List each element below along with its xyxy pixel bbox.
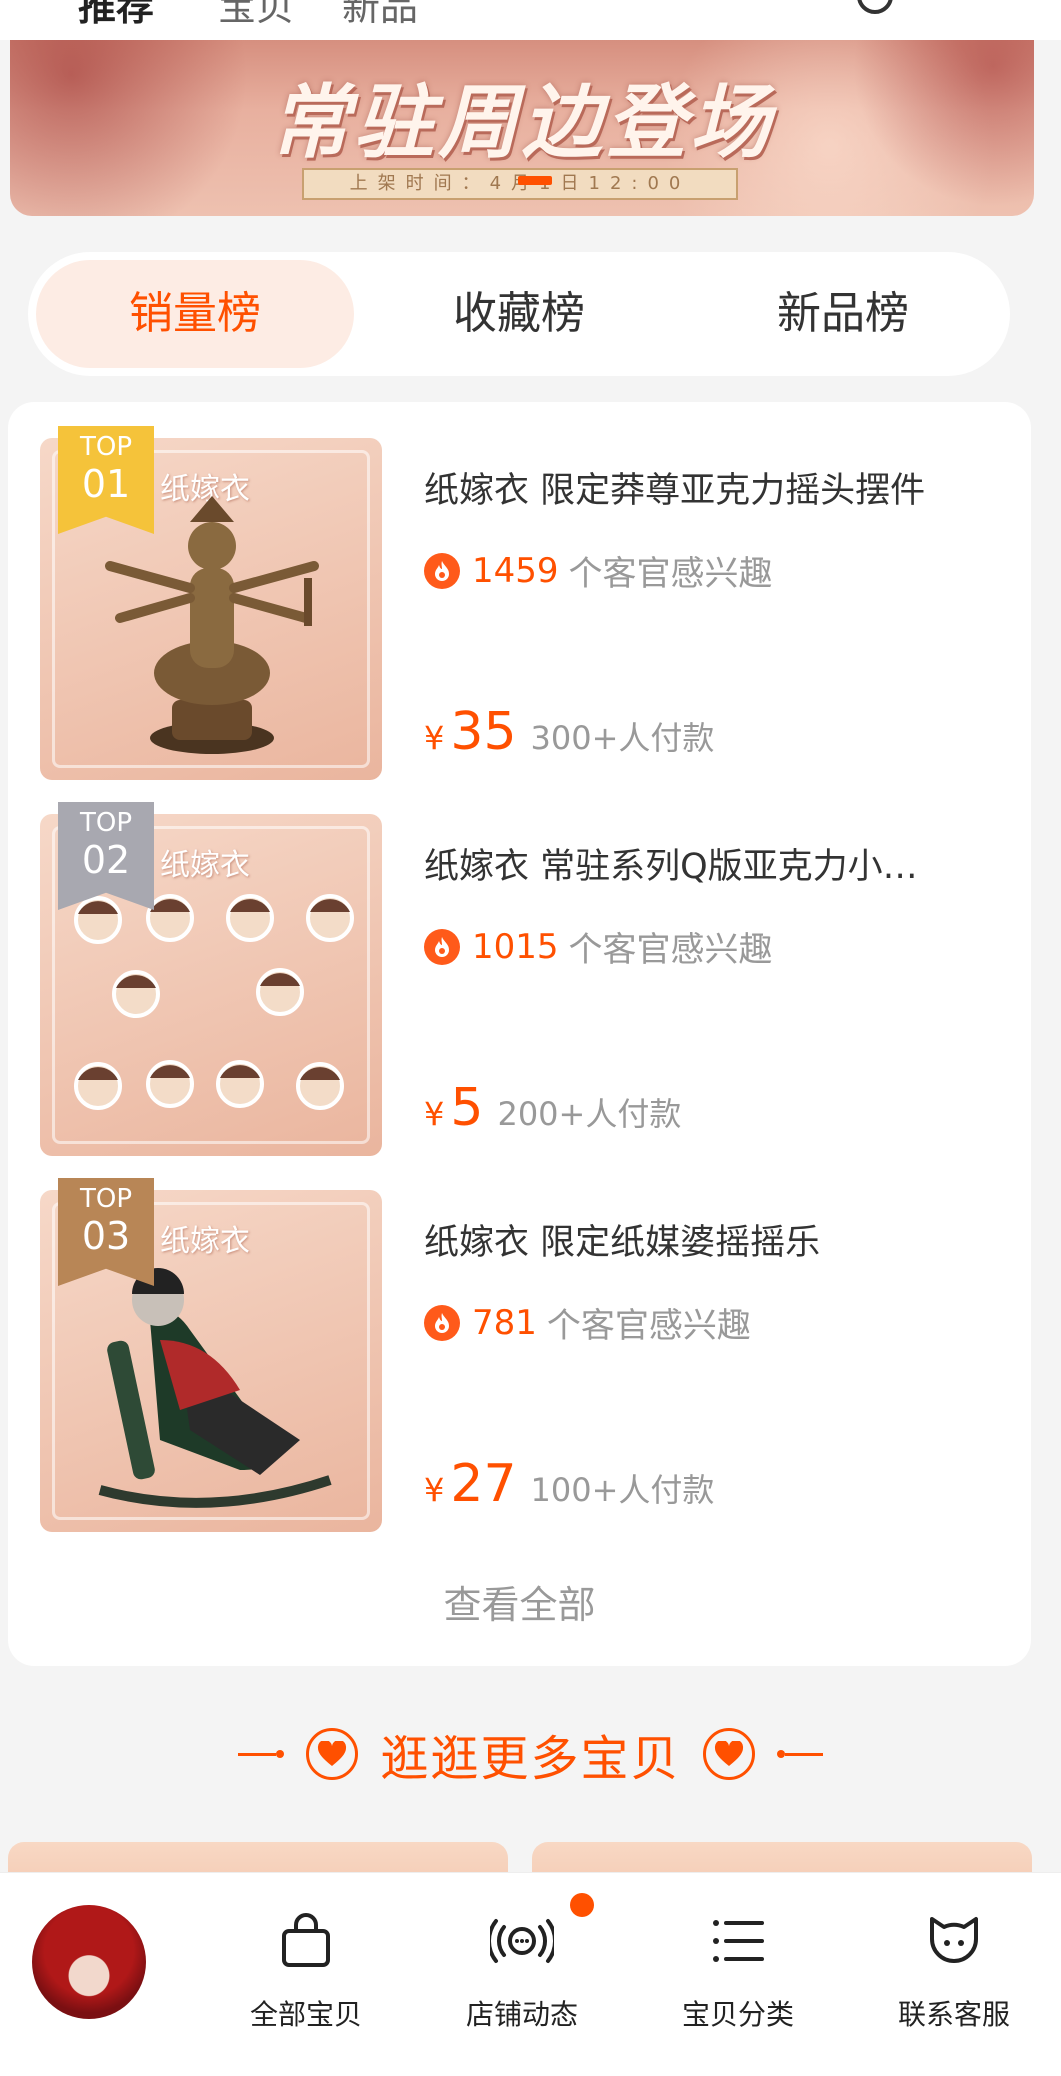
nav-label: 全部宝贝 (249, 1998, 362, 2031)
heading-left-decoration (238, 1750, 285, 1758)
badge-rank-number: 03 (81, 1214, 131, 1258)
interest-row: 1459 个客官感兴趣 (424, 546, 773, 595)
rank-item-2[interactable]: 纸嫁衣 TOP 02 纸嫁衣 常驻系列Q版亚克力小… 1015 个客官感兴趣 ¥… (40, 778, 1000, 1156)
interest-row: 781 个客官感兴趣 (424, 1298, 751, 1347)
fire-icon (424, 928, 460, 965)
image-watermark: 纸嫁衣 (160, 1224, 250, 1259)
nav-customer-service[interactable]: 联系客服 (864, 1909, 1044, 2033)
broadcast-icon (490, 1919, 554, 1963)
nav-label: 宝贝分类 (681, 1998, 794, 2031)
ranking-tabs: 销量榜 收藏榜 新品榜 (28, 252, 1010, 376)
bottom-navigation: 全部宝贝 店铺动态 宝贝分类 联系客服 (0, 1872, 1061, 2076)
banner-page-indicator (518, 176, 552, 185)
heart-icon (702, 1728, 755, 1780)
banner-title: 常驻周边登场 (270, 75, 774, 169)
nav-label: 联系客服 (897, 1998, 1010, 2031)
shopping-bag-icon (282, 1913, 330, 1967)
price-value: 27 (450, 1454, 517, 1514)
tab-sales-rank[interactable]: 销量榜 (36, 260, 354, 368)
badge-top-label: TOP (79, 432, 133, 462)
header-tab-products[interactable]: 宝贝 (218, 0, 294, 31)
product-title[interactable]: 纸嫁衣 常驻系列Q版亚克力小… (424, 838, 984, 889)
heading-right-decoration (776, 1750, 823, 1758)
list-icon (713, 1920, 764, 1962)
heart-icon (306, 1728, 359, 1780)
tab-favorites-rank[interactable]: 收藏榜 (360, 260, 678, 368)
sales-count: 300+人付款 (530, 719, 715, 757)
interest-suffix: 个客官感兴趣 (568, 930, 773, 970)
interest-suffix: 个客官感兴趣 (546, 1306, 751, 1346)
fire-icon (424, 1304, 460, 1341)
interest-count: 1459 (472, 550, 559, 591)
badge-top-label: TOP (79, 1184, 133, 1214)
top-header: 推荐 宝贝 新品 (0, 0, 1061, 40)
interest-suffix: 个客官感兴趣 (568, 554, 773, 594)
interest-row: 1015 个客官感兴趣 (424, 922, 773, 971)
product-title[interactable]: 纸嫁衣 限定莽尊亚克力摇头摆件 (424, 462, 984, 513)
interest-count: 1015 (472, 926, 559, 967)
ranking-card: 纸嫁衣 TOP 01 纸嫁衣 限定莽尊亚克力摇头摆件 1459 个客官感兴趣 ¥… (8, 402, 1031, 1666)
price-row: ¥ 35 300+人付款 (424, 702, 714, 762)
view-all-link[interactable]: 查看全部 (8, 1574, 1031, 1629)
price-value: 5 (450, 1078, 484, 1138)
shop-avatar[interactable] (32, 1905, 146, 2019)
promo-banner[interactable]: 常驻周边登场 上架时间：4月1日12:00 (10, 40, 1034, 216)
nav-shop-updates[interactable]: 店铺动态 (432, 1909, 612, 2033)
price-row: ¥ 5 200+人付款 (424, 1078, 681, 1138)
product-title[interactable]: 纸嫁衣 限定纸媒婆摇摇乐 (424, 1214, 984, 1265)
more-products-title: 逛逛更多宝贝 (380, 1731, 681, 1787)
price-value: 35 (450, 702, 517, 762)
rank-item-3[interactable]: 纸嫁衣 TOP 03 纸嫁衣 限定纸媒婆摇摇乐 781 个客官感兴趣 ¥ 27 … (40, 1154, 1000, 1532)
header-tab-recommend[interactable]: 推荐 (78, 0, 154, 31)
badge-rank-number: 02 (81, 838, 131, 882)
customer-service-icon (930, 1917, 978, 1963)
sales-count: 200+人付款 (497, 1095, 682, 1133)
fire-icon (424, 552, 460, 589)
nav-label: 店铺动态 (465, 1998, 578, 2031)
more-products-heading: 逛逛更多宝贝 (0, 1722, 1061, 1787)
badge-rank-number: 01 (81, 462, 131, 506)
tab-new-rank[interactable]: 新品榜 (684, 260, 1002, 368)
search-icon[interactable] (857, 0, 893, 14)
rank-item-1[interactable]: 纸嫁衣 TOP 01 纸嫁衣 限定莽尊亚克力摇头摆件 1459 个客官感兴趣 ¥… (40, 402, 1000, 780)
nav-all-products[interactable]: 全部宝贝 (216, 1909, 396, 2033)
badge-top-label: TOP (79, 808, 133, 838)
header-tab-new[interactable]: 新品 (342, 0, 418, 31)
currency-symbol: ¥ (424, 1471, 445, 1509)
nav-categories[interactable]: 宝贝分类 (648, 1909, 828, 2033)
currency-symbol: ¥ (424, 1095, 445, 1133)
interest-count: 781 (472, 1302, 537, 1343)
notification-dot (570, 1893, 594, 1917)
currency-symbol: ¥ (424, 719, 445, 757)
image-watermark: 纸嫁衣 (160, 472, 250, 507)
image-watermark: 纸嫁衣 (160, 848, 250, 883)
price-row: ¥ 27 100+人付款 (424, 1454, 714, 1514)
sales-count: 100+人付款 (530, 1471, 715, 1509)
